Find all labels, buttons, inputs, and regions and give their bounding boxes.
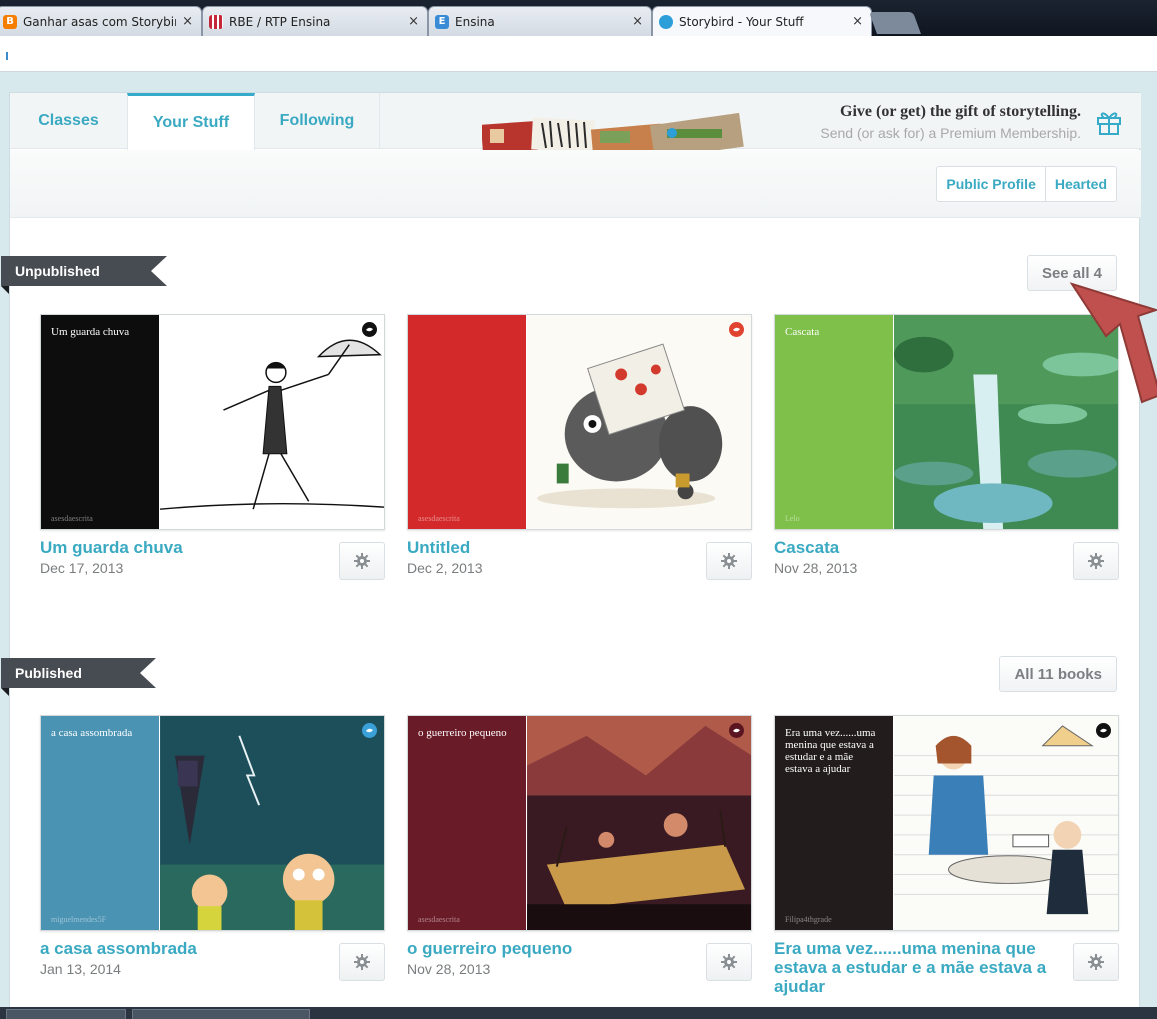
- book-date: Dec 2, 2013: [407, 560, 483, 576]
- published-ribbon: Published: [1, 658, 156, 696]
- all-published-books-button[interactable]: All 11 books: [999, 656, 1117, 692]
- close-tab-icon[interactable]: ×: [182, 14, 193, 29]
- storybird-badge-icon: [729, 322, 744, 337]
- annotation-arrow: [1069, 282, 1157, 404]
- new-tab-button[interactable]: [868, 12, 922, 34]
- taskbar-item[interactable]: [132, 1009, 310, 1019]
- book-card: a casa assombrada miguelmendes5F a casa …: [40, 715, 385, 981]
- book-date: Nov 28, 2013: [774, 560, 858, 576]
- browser-tab-ensina[interactable]: E Ensina ×: [428, 6, 652, 36]
- book-illustration: [527, 716, 751, 930]
- book-cover[interactable]: Um guarda chuva asesdaescrita: [40, 314, 385, 530]
- gear-icon: [354, 954, 370, 970]
- gear-icon: [1088, 954, 1104, 970]
- book-spine: Um guarda chuva: [41, 315, 159, 529]
- browser-tab-rbe[interactable]: RBE / RTP Ensina ×: [202, 6, 428, 36]
- hearted-button[interactable]: Hearted: [1044, 167, 1116, 201]
- book-cover[interactable]: asesdaescrita: [407, 314, 752, 530]
- book-cover-author: Lelo: [785, 514, 800, 523]
- book-cover[interactable]: a casa assombrada miguelmendes5F: [40, 715, 385, 931]
- book-settings-button[interactable]: [339, 542, 385, 580]
- browser-tab-storybird[interactable]: Storybird - Your Stuff ×: [652, 6, 872, 36]
- book-card: o guerreiro pequeno asesdaescrita o guer…: [407, 715, 752, 981]
- book-illustration: [527, 315, 751, 529]
- gear-icon: [1088, 553, 1104, 569]
- close-tab-icon[interactable]: ×: [632, 14, 643, 29]
- blogger-icon: B: [3, 14, 17, 29]
- book-settings-button[interactable]: [706, 542, 752, 580]
- book-title[interactable]: o guerreiro pequeno: [407, 939, 697, 958]
- book-settings-button[interactable]: [1073, 542, 1119, 580]
- book-illustration: [894, 716, 1118, 930]
- book-card: Um guarda chuva asesdaescrita Um guarda …: [40, 314, 385, 580]
- gift-promo-subtitle[interactable]: Send (or ask for) a Premium Membership.: [820, 125, 1081, 141]
- os-taskbar: [0, 1007, 1157, 1019]
- browser-tab-blogger[interactable]: B Ganhar asas com Storybir ×: [0, 6, 202, 36]
- book-illustration: [160, 716, 384, 930]
- browser-tab-title: Storybird - Your Stuff: [679, 14, 804, 29]
- nav-divider: [379, 93, 380, 149]
- book-card: Era uma vez......uma menina que estava a…: [774, 715, 1119, 996]
- book-settings-button[interactable]: [1073, 943, 1119, 981]
- book-title[interactable]: a casa assombrada: [40, 939, 330, 958]
- storybird-badge-icon: [362, 322, 377, 337]
- storybird-icon: [659, 14, 673, 29]
- gift-icon[interactable]: [1095, 108, 1123, 136]
- book-title[interactable]: Cascata: [774, 538, 1064, 557]
- book-spine: [408, 315, 526, 529]
- close-tab-icon[interactable]: ×: [852, 14, 863, 29]
- tab-following[interactable]: Following: [255, 93, 379, 149]
- rbe-icon: [209, 14, 223, 29]
- book-cover[interactable]: Era uma vez......uma menina que estava a…: [774, 715, 1119, 931]
- profile-button-group: Public Profile Hearted: [936, 166, 1117, 202]
- storybird-badge-icon: [362, 723, 377, 738]
- section-nav: Classes Your Stuff Following Give (or ge…: [10, 93, 1141, 150]
- book-spine: a casa assombrada: [41, 716, 159, 930]
- profile-bar: Public Profile Hearted: [10, 150, 1141, 218]
- book-title[interactable]: Era uma vez......uma menina que estava a…: [774, 939, 1064, 996]
- browser-tab-title: Ensina: [455, 14, 495, 29]
- book-date: Nov 28, 2013: [407, 961, 491, 977]
- section-label: Published: [15, 665, 82, 681]
- address-area: [0, 36, 1157, 72]
- book-spine: Cascata: [775, 315, 893, 529]
- browser-tab-title: Ganhar asas com Storybir: [23, 14, 177, 29]
- gift-promo-title[interactable]: Give (or get) the gift of storytelling.: [840, 103, 1081, 121]
- book-date: Jan 13, 2014: [40, 961, 121, 977]
- book-title[interactable]: Untitled: [407, 538, 697, 557]
- unpublished-ribbon: Unpublished: [1, 256, 167, 294]
- ensina-icon: E: [435, 14, 449, 29]
- book-cover-author: asesdaescrita: [418, 514, 460, 523]
- book-title[interactable]: Um guarda chuva: [40, 538, 330, 557]
- book-date: Dec 17, 2013: [40, 560, 124, 576]
- storybird-badge-icon: [1096, 723, 1111, 738]
- browser-tab-title: RBE / RTP Ensina: [229, 14, 331, 29]
- gear-icon: [721, 553, 737, 569]
- book-settings-button[interactable]: [339, 943, 385, 981]
- tab-your-stuff[interactable]: Your Stuff: [127, 93, 255, 150]
- close-tab-icon[interactable]: ×: [408, 14, 419, 29]
- gear-icon: [354, 553, 370, 569]
- book-cover[interactable]: o guerreiro pequeno asesdaescrita: [407, 715, 752, 931]
- loading-indicator: [6, 52, 8, 60]
- book-cover-author: Filipa4thgrade: [785, 915, 832, 924]
- your-stuff-panel: Classes Your Stuff Following Give (or ge…: [1, 92, 1141, 1019]
- book-illustration: [159, 315, 384, 529]
- gear-icon: [721, 954, 737, 970]
- browser-tab-strip: B Ganhar asas com Storybir × RBE / RTP E…: [0, 0, 1157, 36]
- storybird-badge-icon: [729, 723, 744, 738]
- tab-classes[interactable]: Classes: [10, 93, 127, 149]
- book-cover-author: asesdaescrita: [51, 514, 93, 523]
- book-cover-author: miguelmendes5F: [51, 915, 107, 924]
- section-label: Unpublished: [15, 263, 100, 279]
- book-spine: Era uma vez......uma menina que estava a…: [775, 716, 893, 930]
- taskbar-item[interactable]: [6, 1009, 126, 1019]
- public-profile-button[interactable]: Public Profile: [937, 167, 1044, 201]
- book-card: asesdaescrita Untitled Dec 2, 2013: [407, 314, 752, 580]
- book-spine: o guerreiro pequeno: [408, 716, 526, 930]
- book-cover-author: asesdaescrita: [418, 915, 460, 924]
- premium-cards-image[interactable]: [482, 113, 747, 150]
- book-settings-button[interactable]: [706, 943, 752, 981]
